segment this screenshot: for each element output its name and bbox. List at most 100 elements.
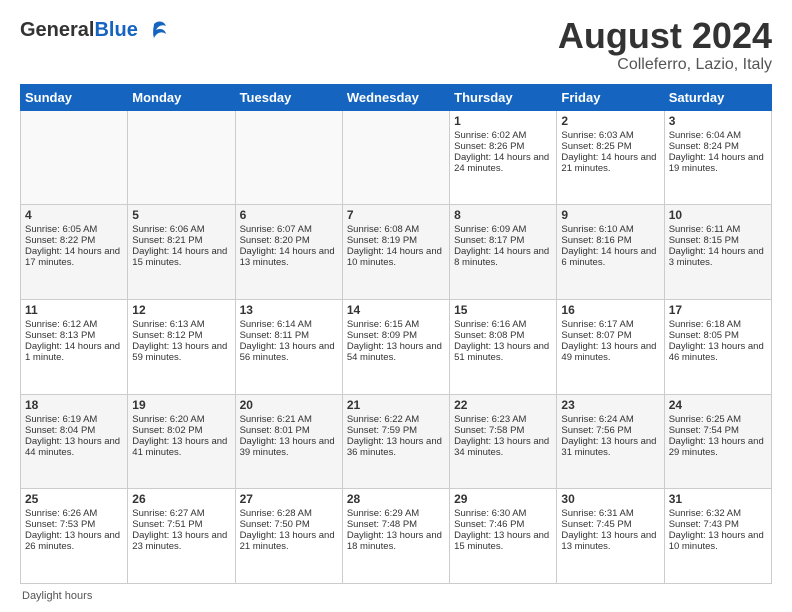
daylight-text: Daylight: 13 hours and 36 minutes. [347, 436, 442, 458]
day-number: 18 [25, 398, 123, 412]
sunset-text: Sunset: 7:56 PM [561, 425, 631, 436]
table-row: 11Sunrise: 6:12 AMSunset: 8:13 PMDayligh… [21, 299, 128, 394]
table-row: 29Sunrise: 6:30 AMSunset: 7:46 PMDayligh… [450, 489, 557, 584]
sunset-text: Sunset: 7:53 PM [25, 519, 95, 530]
daylight-text: Daylight: 14 hours and 10 minutes. [347, 246, 442, 268]
daylight-text: Daylight: 13 hours and 29 minutes. [669, 436, 764, 458]
sunset-text: Sunset: 8:25 PM [561, 141, 631, 152]
sunrise-text: Sunrise: 6:20 AM [132, 414, 204, 425]
col-monday: Monday [128, 84, 235, 110]
daylight-text: Daylight: 14 hours and 1 minute. [25, 341, 120, 363]
daylight-text: Daylight: 14 hours and 8 minutes. [454, 246, 549, 268]
sunset-text: Sunset: 7:46 PM [454, 519, 524, 530]
sunrise-text: Sunrise: 6:25 AM [669, 414, 741, 425]
col-saturday: Saturday [664, 84, 771, 110]
sunset-text: Sunset: 8:13 PM [25, 330, 95, 341]
location-subtitle: Colleferro, Lazio, Italy [558, 56, 772, 74]
table-row: 15Sunrise: 6:16 AMSunset: 8:08 PMDayligh… [450, 299, 557, 394]
sunrise-text: Sunrise: 6:07 AM [240, 224, 312, 235]
sunrise-text: Sunrise: 6:28 AM [240, 508, 312, 519]
table-row: 14Sunrise: 6:15 AMSunset: 8:09 PMDayligh… [342, 299, 449, 394]
table-row: 7Sunrise: 6:08 AMSunset: 8:19 PMDaylight… [342, 205, 449, 300]
day-number: 16 [561, 303, 659, 317]
daylight-text: Daylight: 13 hours and 18 minutes. [347, 530, 442, 552]
day-number: 9 [561, 208, 659, 222]
table-row: 19Sunrise: 6:20 AMSunset: 8:02 PMDayligh… [128, 394, 235, 489]
logo-general: General [20, 19, 94, 41]
sunrise-text: Sunrise: 6:26 AM [25, 508, 97, 519]
sunset-text: Sunset: 8:01 PM [240, 425, 310, 436]
daylight-text: Daylight: 14 hours and 3 minutes. [669, 246, 764, 268]
sunrise-text: Sunrise: 6:06 AM [132, 224, 204, 235]
table-row: 12Sunrise: 6:13 AMSunset: 8:12 PMDayligh… [128, 299, 235, 394]
daylight-text: Daylight: 13 hours and 41 minutes. [132, 436, 227, 458]
sunset-text: Sunset: 7:50 PM [240, 519, 310, 530]
daylight-text: Daylight: 14 hours and 21 minutes. [561, 152, 656, 174]
sunrise-text: Sunrise: 6:32 AM [669, 508, 741, 519]
sunrise-text: Sunrise: 6:31 AM [561, 508, 633, 519]
day-number: 27 [240, 492, 338, 506]
daylight-text: Daylight: 13 hours and 44 minutes. [25, 436, 120, 458]
sunset-text: Sunset: 8:19 PM [347, 235, 417, 246]
day-number: 12 [132, 303, 230, 317]
sunrise-text: Sunrise: 6:10 AM [561, 224, 633, 235]
sunrise-text: Sunrise: 6:17 AM [561, 319, 633, 330]
day-number: 17 [669, 303, 767, 317]
sunrise-text: Sunrise: 6:02 AM [454, 130, 526, 141]
daylight-text: Daylight: 14 hours and 24 minutes. [454, 152, 549, 174]
page: GeneralBlue August 2024 Colleferro, Lazi… [0, 0, 792, 612]
daylight-text: Daylight: 13 hours and 59 minutes. [132, 341, 227, 363]
calendar-week-2: 4Sunrise: 6:05 AMSunset: 8:22 PMDaylight… [21, 205, 772, 300]
sunset-text: Sunset: 7:58 PM [454, 425, 524, 436]
sunrise-text: Sunrise: 6:08 AM [347, 224, 419, 235]
sunset-text: Sunset: 7:51 PM [132, 519, 202, 530]
table-row: 25Sunrise: 6:26 AMSunset: 7:53 PMDayligh… [21, 489, 128, 584]
table-row [21, 110, 128, 205]
calendar-week-5: 25Sunrise: 6:26 AMSunset: 7:53 PMDayligh… [21, 489, 772, 584]
table-row: 8Sunrise: 6:09 AMSunset: 8:17 PMDaylight… [450, 205, 557, 300]
logo: GeneralBlue [20, 16, 168, 44]
sunrise-text: Sunrise: 6:12 AM [25, 319, 97, 330]
table-row: 23Sunrise: 6:24 AMSunset: 7:56 PMDayligh… [557, 394, 664, 489]
sunrise-text: Sunrise: 6:24 AM [561, 414, 633, 425]
sunrise-text: Sunrise: 6:18 AM [669, 319, 741, 330]
table-row: 24Sunrise: 6:25 AMSunset: 7:54 PMDayligh… [664, 394, 771, 489]
day-number: 2 [561, 114, 659, 128]
sunset-text: Sunset: 8:21 PM [132, 235, 202, 246]
table-row: 20Sunrise: 6:21 AMSunset: 8:01 PMDayligh… [235, 394, 342, 489]
sunrise-text: Sunrise: 6:21 AM [240, 414, 312, 425]
daylight-text: Daylight: 14 hours and 13 minutes. [240, 246, 335, 268]
table-row [342, 110, 449, 205]
sunrise-text: Sunrise: 6:16 AM [454, 319, 526, 330]
table-row: 9Sunrise: 6:10 AMSunset: 8:16 PMDaylight… [557, 205, 664, 300]
day-number: 5 [132, 208, 230, 222]
table-row: 10Sunrise: 6:11 AMSunset: 8:15 PMDayligh… [664, 205, 771, 300]
table-row: 3Sunrise: 6:04 AMSunset: 8:24 PMDaylight… [664, 110, 771, 205]
col-wednesday: Wednesday [342, 84, 449, 110]
day-number: 4 [25, 208, 123, 222]
day-number: 14 [347, 303, 445, 317]
sunrise-text: Sunrise: 6:13 AM [132, 319, 204, 330]
sunset-text: Sunset: 8:26 PM [454, 141, 524, 152]
daylight-text: Daylight: 13 hours and 23 minutes. [132, 530, 227, 552]
calendar-week-1: 1Sunrise: 6:02 AMSunset: 8:26 PMDaylight… [21, 110, 772, 205]
footer-note: Daylight hours [20, 590, 772, 602]
daylight-text: Daylight: 13 hours and 10 minutes. [669, 530, 764, 552]
sunset-text: Sunset: 7:43 PM [669, 519, 739, 530]
sunset-text: Sunset: 7:54 PM [669, 425, 739, 436]
table-row: 4Sunrise: 6:05 AMSunset: 8:22 PMDaylight… [21, 205, 128, 300]
logo-blue: Blue [94, 19, 137, 41]
sunrise-text: Sunrise: 6:22 AM [347, 414, 419, 425]
day-number: 19 [132, 398, 230, 412]
daylight-text: Daylight: 14 hours and 15 minutes. [132, 246, 227, 268]
sunrise-text: Sunrise: 6:03 AM [561, 130, 633, 141]
day-number: 30 [561, 492, 659, 506]
sunrise-text: Sunrise: 6:19 AM [25, 414, 97, 425]
table-row: 26Sunrise: 6:27 AMSunset: 7:51 PMDayligh… [128, 489, 235, 584]
header: GeneralBlue August 2024 Colleferro, Lazi… [20, 16, 772, 74]
daylight-text: Daylight: 13 hours and 51 minutes. [454, 341, 549, 363]
title-block: August 2024 Colleferro, Lazio, Italy [558, 16, 772, 74]
sunset-text: Sunset: 8:22 PM [25, 235, 95, 246]
calendar-week-4: 18Sunrise: 6:19 AMSunset: 8:04 PMDayligh… [21, 394, 772, 489]
sunrise-text: Sunrise: 6:15 AM [347, 319, 419, 330]
